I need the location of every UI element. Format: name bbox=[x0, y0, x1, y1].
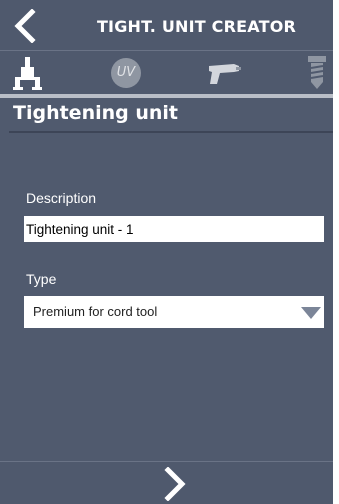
description-input[interactable] bbox=[24, 216, 324, 242]
clamp-fixture-icon bbox=[13, 57, 42, 90]
header-bar: TIGHT. UNIT CREATOR bbox=[0, 0, 333, 50]
uv-icon: UV bbox=[111, 58, 141, 88]
type-label: Type bbox=[26, 271, 57, 287]
toolbar-underline bbox=[0, 94, 333, 98]
type-selected-value: Premium for cord tool bbox=[33, 304, 158, 319]
window-edge bbox=[333, 0, 339, 504]
toolbar: UV bbox=[0, 51, 333, 95]
tool-screwdriver[interactable] bbox=[204, 55, 244, 91]
screen-title: TIGHT. UNIT CREATOR bbox=[96, 17, 297, 36]
footer-bar bbox=[0, 462, 333, 504]
page-title: Tightening unit bbox=[13, 102, 178, 124]
type-select[interactable]: Premium for cord tool bbox=[24, 296, 324, 328]
screw-icon bbox=[308, 56, 326, 89]
next-button[interactable] bbox=[158, 466, 192, 502]
back-button[interactable] bbox=[8, 8, 42, 44]
screwdriver-gun-icon bbox=[209, 64, 241, 84]
description-label: Description bbox=[26, 190, 97, 206]
footer-divider bbox=[0, 461, 333, 462]
chevron-left-icon bbox=[14, 9, 36, 43]
app-screen: TIGHT. UNIT CREATOR UV Tightening unit D… bbox=[0, 0, 333, 504]
tool-uv[interactable]: UV bbox=[108, 55, 144, 91]
title-divider bbox=[9, 131, 333, 133]
tool-screw[interactable] bbox=[302, 55, 332, 91]
tool-fixture[interactable] bbox=[10, 55, 46, 91]
dropdown-arrow-icon bbox=[301, 307, 321, 319]
chevron-right-icon bbox=[164, 467, 186, 501]
